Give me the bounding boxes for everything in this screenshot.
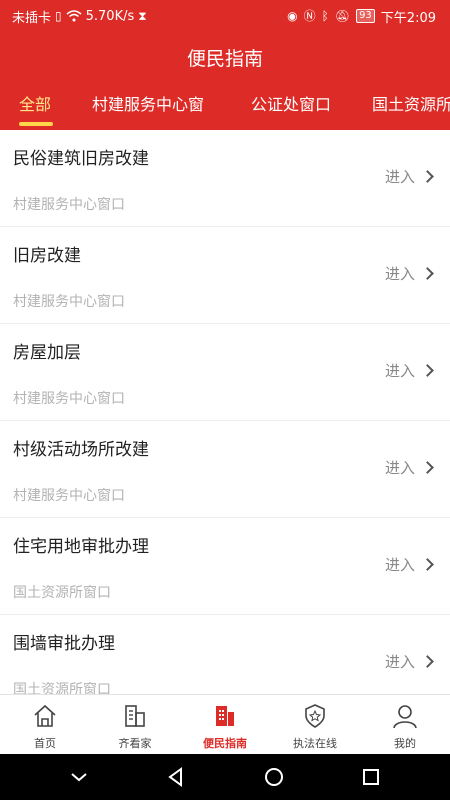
clock: 下午2:09	[380, 10, 436, 26]
item-subtitle: 国土资源所窗口	[13, 682, 111, 694]
item-title: 民俗建筑旧房改建	[13, 149, 149, 169]
enter-label: 进入	[384, 459, 415, 477]
chevron-right-icon	[421, 267, 434, 280]
tabbar-label: 我的	[394, 737, 416, 750]
back-icon[interactable]	[165, 766, 187, 788]
item-subtitle: 村建服务中心窗口	[13, 197, 125, 213]
recent-apps-icon[interactable]	[360, 766, 382, 788]
guide-icon	[216, 706, 234, 726]
tabbar-item-mine[interactable]: 我的	[360, 695, 450, 754]
chevron-right-icon	[421, 461, 434, 474]
chevron-right-icon	[421, 655, 434, 668]
tabbar-label: 执法在线	[293, 737, 337, 750]
system-nav-bar	[0, 754, 450, 800]
list-item[interactable]: 旧房改建 村建服务中心窗口 进入	[0, 227, 450, 324]
guide-list: 民俗建筑旧房改建 村建服务中心窗口 进入 旧房改建 村建服务中心窗口 进入 房屋…	[0, 130, 450, 694]
chevron-down-icon[interactable]	[68, 766, 90, 788]
enter-button[interactable]: 进入	[384, 166, 434, 187]
list-item[interactable]: 村级活动场所改建 村建服务中心窗口 进入	[0, 421, 450, 518]
enter-label: 进入	[384, 653, 415, 671]
tabbar-item-law[interactable]: 执法在线	[270, 695, 360, 754]
enter-button[interactable]: 进入	[384, 651, 434, 672]
list-item[interactable]: 围墙审批办理 国土资源所窗口 进入	[0, 615, 450, 694]
enter-button[interactable]: 进入	[384, 554, 434, 575]
active-tab-indicator	[19, 122, 53, 126]
mute-icon: 🔕︎	[334, 9, 351, 23]
bottom-tab-bar: 首页 齐看家 便民指南 执法在线 我的	[0, 694, 450, 754]
chevron-right-icon	[421, 558, 434, 571]
item-subtitle: 村建服务中心窗口	[13, 488, 125, 504]
enter-button[interactable]: 进入	[384, 360, 434, 381]
item-subtitle: 国土资源所窗口	[13, 585, 111, 601]
tabbar-label: 便民指南	[203, 737, 247, 750]
building-icon	[125, 705, 145, 727]
tabbar-item-watch[interactable]: 齐看家	[90, 695, 180, 754]
item-title: 村级活动场所改建	[13, 440, 149, 460]
badge-icon	[305, 704, 325, 728]
chevron-right-icon	[421, 364, 434, 377]
item-subtitle: 村建服务中心窗口	[13, 391, 125, 407]
nfc-icon: Ⓝ	[303, 9, 316, 23]
chevron-right-icon	[421, 170, 434, 183]
eye-icon: ◉	[287, 9, 298, 23]
tabbar-item-guide[interactable]: 便民指南	[180, 695, 270, 754]
tabbar-label: 首页	[34, 737, 56, 750]
page-title: 便民指南	[186, 47, 263, 70]
bluetooth-icon: ᛒ	[321, 9, 329, 23]
enter-button[interactable]: 进入	[384, 263, 434, 284]
tab-land-resources[interactable]: 国土资源所	[372, 82, 450, 130]
enter-label: 进入	[384, 556, 415, 574]
category-tabs: 全部 村建服务中心窗 公证处窗口 国土资源所	[0, 82, 450, 130]
list-item[interactable]: 住宅用地审批办理 国土资源所窗口 进入	[0, 518, 450, 615]
enter-button[interactable]: 进入	[384, 457, 434, 478]
hourglass-icon: ⧗	[138, 9, 147, 23]
list-item[interactable]: 民俗建筑旧房改建 村建服务中心窗口 进入	[0, 130, 450, 227]
home-circle-icon[interactable]	[263, 766, 285, 788]
item-title: 住宅用地审批办理	[13, 537, 149, 557]
battery-indicator: 93	[356, 9, 375, 23]
tab-notary[interactable]: 公证处窗口	[251, 82, 331, 130]
sim-icon: ▯	[55, 9, 62, 23]
status-bar: 未插卡 ▯ 5.70K/s ⧗ ◉ Ⓝ ᛒ 🔕︎ 93 下午2:09	[0, 0, 450, 32]
enter-label: 进入	[384, 265, 415, 283]
item-title: 旧房改建	[13, 246, 81, 266]
tabbar-item-home[interactable]: 首页	[0, 695, 90, 754]
item-title: 房屋加层	[13, 343, 81, 363]
tabbar-label: 齐看家	[118, 737, 152, 750]
user-icon	[393, 705, 417, 729]
enter-label: 进入	[384, 362, 415, 380]
tab-village-service[interactable]: 村建服务中心窗	[92, 82, 204, 130]
enter-label: 进入	[384, 168, 415, 186]
list-item[interactable]: 房屋加层 村建服务中心窗口 进入	[0, 324, 450, 421]
item-subtitle: 村建服务中心窗口	[13, 294, 125, 310]
carrier-text: 未插卡	[12, 10, 52, 26]
app-header: 便民指南	[0, 32, 450, 82]
wifi-icon	[66, 10, 82, 22]
network-speed: 5.70K/s	[85, 8, 135, 24]
item-title: 围墙审批办理	[13, 634, 115, 654]
home-icon	[34, 704, 56, 727]
